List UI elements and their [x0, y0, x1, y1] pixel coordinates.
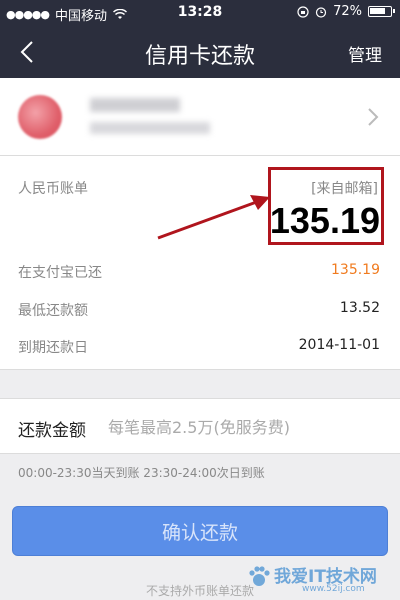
bank-logo [18, 95, 62, 139]
payment-amount-label: 还款金额 [18, 421, 86, 441]
status-right: 72% [297, 4, 395, 19]
page-title: 信用卡还款 [144, 44, 255, 69]
credit-card-row[interactable] [0, 78, 400, 156]
paid-label: 在支付宝已还 [18, 265, 102, 281]
payment-amount-input[interactable] [108, 411, 378, 443]
rotation-lock-icon [297, 5, 309, 18]
battery-percent: 72% [333, 4, 362, 19]
paw-logo-icon [249, 566, 270, 586]
watermark-url: www.52ij.com [302, 584, 365, 594]
minimum-payment-label: 最低还款额 [18, 303, 88, 319]
minimum-payment-value: 13.52 [339, 300, 380, 316]
blurred-card-name [90, 98, 180, 112]
chevron-right-icon [368, 108, 379, 126]
annotation-arrow [157, 195, 270, 240]
battery-icon [368, 6, 395, 17]
bill-section: 人民币账单 [来自邮箱] 135.19 在支付宝已还 135.19 最低还款额 … [0, 156, 400, 370]
paid-row: 在支付宝已还 135.19 [18, 262, 380, 282]
alarm-icon [315, 6, 327, 18]
payment-amount-row: 还款金额 [0, 398, 400, 454]
paid-value: 135.19 [331, 262, 380, 278]
due-date-label: 到期还款日 [18, 340, 88, 356]
status-bar: ●●●●● 中国移动 13:28 72% [0, 0, 400, 26]
manage-button[interactable]: 管理 [348, 41, 382, 66]
minimum-payment-row: 最低还款额 13.52 [18, 300, 380, 320]
due-date-row: 到期还款日 2014-11-01 [18, 337, 380, 357]
confirm-repay-button[interactable]: 确认还款 [12, 506, 388, 556]
bill-currency-label: 人民币账单 [18, 181, 88, 197]
nav-bar: 信用卡还款 管理 [0, 26, 400, 78]
arrival-time-note: 00:00-23:30当天到账 23:30-24:00次日到账 [18, 466, 265, 480]
due-date-value: 2014-11-01 [298, 337, 380, 353]
blurred-card-number [90, 122, 210, 134]
confirm-repay-label: 确认还款 [161, 521, 238, 544]
bill-amount: 135.19 [269, 200, 380, 241]
bill-source: [来自邮箱] [311, 181, 378, 197]
site-watermark: 我爱IT技术网 www.52ij.com [242, 560, 392, 598]
